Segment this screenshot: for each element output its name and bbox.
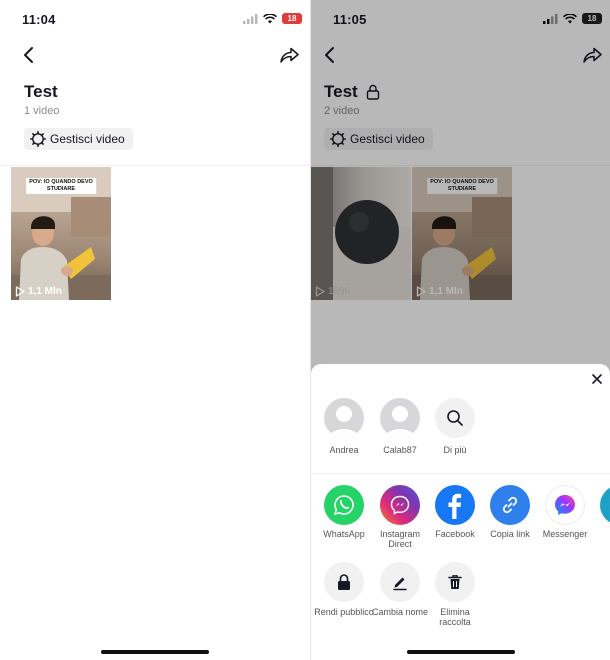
more-contacts-button[interactable]: Di più [425,398,485,455]
video-count: 1 video [24,105,60,117]
contact-label: Andrea [329,445,359,455]
view-count: 1,1 Mln [15,286,62,297]
divider [0,165,310,166]
collection-title: Test [24,82,58,101]
battery-icon: 18 [282,13,302,24]
contact-label: Calab87 [383,445,417,455]
manage-videos-label: Gestisci video [50,132,125,146]
share-icon[interactable] [278,44,300,66]
trash-icon [435,562,475,602]
video-grid: POV: IO QUANDO DEVO STUDIARE 1,1 Mln [11,167,111,300]
share-more-button-partial[interactable]: Te [590,485,610,539]
whatsapp-icon [324,485,364,525]
gear-icon [30,131,46,147]
make-public-button[interactable]: Rendi pubblico [314,562,374,617]
share-messenger-button[interactable]: Messenger [535,485,595,539]
contact-label: Di più [443,445,467,455]
share-instagram-direct-button[interactable]: Instagram Direct [370,485,430,549]
share-facebook-button[interactable]: Facebook [425,485,485,539]
facebook-icon [435,485,475,525]
avatar [380,398,420,438]
copy-link-button[interactable]: Copia link [480,485,540,539]
avatar [324,398,364,438]
home-indicator [406,650,515,654]
view-count-text: 1,1 Mln [28,286,62,297]
manage-videos-button[interactable]: Gestisci video [24,128,133,150]
action-label: Cambia nome [371,607,429,617]
action-label: Elimina raccolta [439,607,471,627]
app-label: Instagram Direct [379,529,421,549]
avatar-placeholder-icon [380,398,420,438]
nav-bar [0,40,310,70]
search-circle [435,398,475,438]
video-caption: POV: IO QUANDO DEVO STUDIARE [26,178,96,194]
share-app-icon [600,485,610,525]
app-label: Copia link [490,529,530,539]
sheet-divider [311,473,610,474]
signal-icon [243,13,258,24]
collection-screen-after: 11:05 18 Test 2 video Gestisci video 189… [311,0,610,660]
app-label: WhatsApp [323,529,365,539]
lock-icon [324,562,364,602]
rename-button[interactable]: Cambia nome [370,562,430,617]
contact-calab87[interactable]: Calab87 [370,398,430,455]
delete-collection-button[interactable]: Elimina raccolta [425,562,485,627]
pencil-icon [380,562,420,602]
video-thumbnail[interactable]: POV: IO QUANDO DEVO STUDIARE 1,1 Mln [11,167,111,300]
search-icon [447,410,463,426]
status-time: 11:04 [22,12,56,27]
home-indicator [101,650,209,654]
app-label: Te [590,529,610,539]
status-bar: 11:04 18 [0,0,310,40]
avatar-placeholder-icon [324,398,364,438]
app-label: Facebook [435,529,475,539]
share-sheet: Andrea Calab87 Di più WhatsApp Instagram… [311,364,610,660]
play-icon [15,286,25,297]
instagram-direct-icon [380,485,420,525]
collection-screen-before: 11:04 18 Test 1 video Gestisci video POV… [0,0,310,660]
messenger-icon [545,485,585,525]
collection-header: Test [24,82,58,102]
action-label: Rendi pubblico [314,607,374,617]
share-whatsapp-button[interactable]: WhatsApp [314,485,374,539]
app-label: Messenger [542,529,588,539]
close-icon[interactable] [590,372,604,386]
link-icon [490,485,530,525]
contact-andrea[interactable]: Andrea [314,398,374,455]
wifi-icon [263,13,277,23]
back-icon[interactable] [18,44,40,66]
